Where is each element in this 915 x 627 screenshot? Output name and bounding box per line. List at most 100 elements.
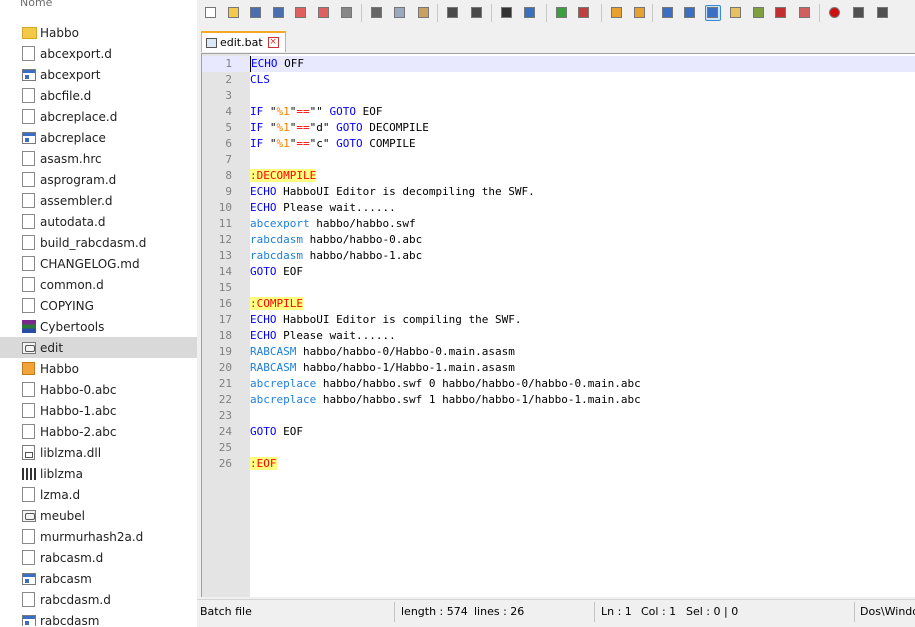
code-token: ECHO [250, 201, 277, 214]
cut-icon[interactable] [369, 5, 385, 21]
code-token: abcreplace [250, 377, 317, 390]
zoom-in-icon[interactable] [554, 5, 570, 21]
line-number: 15 [218, 281, 232, 294]
file-name: Habbo-1.abc [40, 403, 117, 418]
toolbar-separator [437, 4, 438, 22]
file-item[interactable]: rabcdasm.d [0, 589, 197, 610]
record-macro-icon[interactable] [827, 5, 843, 21]
document-icon [22, 151, 35, 166]
sync-vertical-icon[interactable] [609, 5, 625, 21]
file-item[interactable]: abcreplace [0, 127, 197, 148]
code-token: HabboUI Editor is compiling the SWF. [276, 313, 522, 326]
file-item[interactable]: lzma.d [0, 484, 197, 505]
file-item[interactable]: murmurhash2a.d [0, 526, 197, 547]
file-item[interactable]: autodata.d [0, 211, 197, 232]
file-name: lzma.d [40, 487, 81, 502]
file-name: rabcasm.d [40, 550, 104, 565]
code-token: habbo/habbo-1.abc [302, 249, 423, 262]
code-token: RABCASM [250, 361, 297, 374]
file-item[interactable]: edit [0, 337, 197, 358]
file-item[interactable]: common.d [0, 274, 197, 295]
indent-guide-icon[interactable] [705, 5, 721, 21]
file-explorer: Nome Habbo abcexport.d abcexport abcfile.d a… [0, 0, 197, 626]
file-item[interactable]: asasm.hrc [0, 148, 197, 169]
file-item[interactable]: Habbo-0.abc [0, 379, 197, 400]
code-token: " [263, 121, 277, 134]
paste-icon[interactable] [416, 5, 432, 21]
code-line: 13 rabcdasm habbo/habbo-1.abc [202, 248, 915, 264]
file-name: murmurhash2a.d [40, 529, 144, 544]
file-item[interactable]: rabcasm.d [0, 547, 197, 568]
save-icon[interactable] [248, 5, 264, 21]
document-icon [22, 382, 35, 397]
line-text: :EOF [250, 456, 277, 472]
file-item[interactable]: abcreplace.d [0, 106, 197, 127]
file-item[interactable]: liblzma.dll [0, 442, 197, 463]
file-item[interactable]: rabcdasm [0, 610, 197, 626]
word-wrap-icon[interactable] [660, 5, 676, 21]
undo-icon[interactable] [445, 5, 461, 21]
file-item[interactable]: liblzma [0, 463, 197, 484]
document-icon [22, 403, 35, 418]
file-item[interactable]: build_rabcdasm.d [0, 232, 197, 253]
find-icon[interactable] [499, 5, 515, 21]
line-text: ECHO Please wait...... [250, 328, 396, 344]
file-name: common.d [40, 277, 104, 292]
code-token: ECHO [250, 329, 277, 342]
file-item[interactable]: assembler.d [0, 190, 197, 211]
show-all-chars-icon[interactable] [682, 5, 698, 21]
file-item[interactable]: abcexport.d [0, 43, 197, 64]
file-name: abcexport.d [40, 46, 112, 61]
status-line: Ln : 1 [601, 605, 632, 618]
file-name: rabcdasm.d [40, 592, 111, 607]
line-text: ECHO Please wait...... [250, 200, 396, 216]
file-name: edit [40, 340, 64, 355]
playback-macro-icon[interactable] [875, 5, 891, 21]
tab-edit-bat[interactable]: edit.bat × [201, 31, 286, 52]
file-item[interactable]: meubel [0, 505, 197, 526]
code-editor[interactable]: 1 ECHO OFF 2 CLS 3 4 IF "%1"=="" GOTO EOF 5 IF "… [201, 53, 915, 597]
status-divider [594, 602, 595, 622]
document-map-icon[interactable] [751, 5, 767, 21]
close-tab-icon[interactable]: × [267, 37, 279, 48]
application-icon [22, 68, 36, 81]
function-list-icon[interactable] [773, 5, 789, 21]
copy-icon[interactable] [392, 5, 408, 21]
file-item[interactable]: abcfile.d [0, 85, 197, 106]
line-text: IF "%1"=="d" GOTO DECOMPILE [250, 120, 429, 136]
code-line: 26:EOF [202, 456, 915, 472]
line-text: RABCASM habbo/habbo-0/Habbo-0.main.asasm [250, 344, 515, 360]
file-item[interactable]: Cybertools [0, 316, 197, 337]
code-line: 25 [202, 440, 915, 456]
file-item[interactable]: asprogram.d [0, 169, 197, 190]
code-token: Please wait...... [276, 201, 396, 214]
file-item[interactable]: COPYING [0, 295, 197, 316]
open-file-icon[interactable] [226, 5, 242, 21]
file-item[interactable]: rabcasm [0, 568, 197, 589]
close-icon[interactable] [293, 5, 309, 21]
zoom-out-icon[interactable] [576, 5, 592, 21]
archive-icon [22, 320, 36, 333]
code-line: 8:DECOMPILE [202, 168, 915, 184]
file-item[interactable]: Habbo-2.abc [0, 421, 197, 442]
file-item[interactable]: CHANGELOG.md [0, 253, 197, 274]
stop-record-icon[interactable] [851, 5, 867, 21]
replace-icon[interactable] [522, 5, 538, 21]
user-language-icon[interactable] [728, 5, 744, 21]
print-icon[interactable] [339, 5, 355, 21]
folder-workspace-icon[interactable] [797, 5, 813, 21]
new-file-icon[interactable] [203, 5, 219, 21]
code-token: RABCASM [250, 345, 297, 358]
redo-icon[interactable] [469, 5, 485, 21]
close-all-icon-glyph [318, 7, 329, 18]
code-line: 20 RABCASM habbo/habbo-1/Habbo-1.main.asa… [202, 360, 915, 376]
file-item[interactable]: abcexport [0, 64, 197, 85]
status-divider [854, 602, 855, 622]
file-item[interactable]: Habbo-1.abc [0, 400, 197, 421]
sync-horizontal-icon[interactable] [632, 5, 648, 21]
save-all-icon[interactable] [271, 5, 287, 21]
close-all-icon[interactable] [316, 5, 332, 21]
file-item[interactable]: Habbo [0, 358, 197, 379]
name-column-header[interactable]: Nome [20, 0, 52, 9]
file-item[interactable]: Habbo [0, 22, 197, 43]
